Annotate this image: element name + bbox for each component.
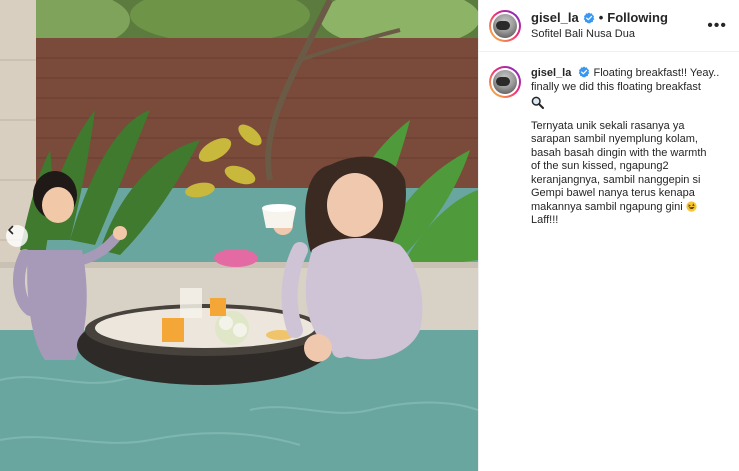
- post-image[interactable]: [0, 0, 478, 471]
- magnifier-emoji-icon: [531, 96, 544, 109]
- avatar[interactable]: [489, 9, 521, 42]
- caption-paragraph: Ternyata unik sekali rasanya ya sarapan …: [531, 120, 729, 228]
- avatar-image: [493, 70, 517, 94]
- caption-paragraph-line: Gempi bawel nanya terus kenapa: [531, 187, 695, 199]
- caption-avatar[interactable]: [489, 66, 521, 98]
- caption-paragraph-line: sarapan sambil nyemplung kolam,: [531, 133, 698, 145]
- separator-dot: •: [598, 10, 604, 26]
- photo-illustration: [0, 0, 478, 471]
- previous-image-button[interactable]: [6, 225, 28, 247]
- location-link[interactable]: Sofitel Bali Nusa Dua: [531, 28, 668, 41]
- avatar-image: [493, 13, 517, 38]
- caption-paragraph-line: of the sun kissed, ngapung2: [531, 160, 669, 172]
- verified-badge-icon: [583, 12, 595, 24]
- rolling-laughing-emoji-icon: [686, 200, 697, 212]
- chevron-left-icon: [8, 225, 14, 235]
- more-options-icon[interactable]: •••: [707, 18, 727, 34]
- caption-paragraph-line: basah basah dingin with the warmth: [531, 146, 707, 159]
- caption-line-1: Floating breakfast!! Yeay..: [593, 67, 720, 79]
- caption-paragraph-line: Ternyata unik sekali rasanya ya: [531, 119, 685, 132]
- caption-paragraph-line: Laff!!!: [531, 214, 559, 226]
- username-link[interactable]: gisel_la: [531, 10, 579, 26]
- caption-username[interactable]: gisel_la: [531, 67, 571, 79]
- verified-badge-icon: [579, 66, 590, 78]
- caption-line-2: finally we did this floating breakfast: [531, 80, 701, 93]
- caption: gisel_la Floating breakfast!! Yeay.. fin…: [479, 52, 739, 228]
- caption-body: gisel_la Floating breakfast!! Yeay.. fin…: [531, 66, 729, 228]
- caption-paragraph-line: makannya sambil ngapung gini: [531, 200, 683, 213]
- following-button[interactable]: Following: [607, 10, 668, 26]
- post-side-panel: gisel_la • Following Sofitel Bali Nusa D…: [478, 0, 739, 471]
- caption-paragraph-line: keranjangnya, sambil nanggepin si: [531, 173, 701, 186]
- post-header: gisel_la • Following Sofitel Bali Nusa D…: [479, 0, 739, 52]
